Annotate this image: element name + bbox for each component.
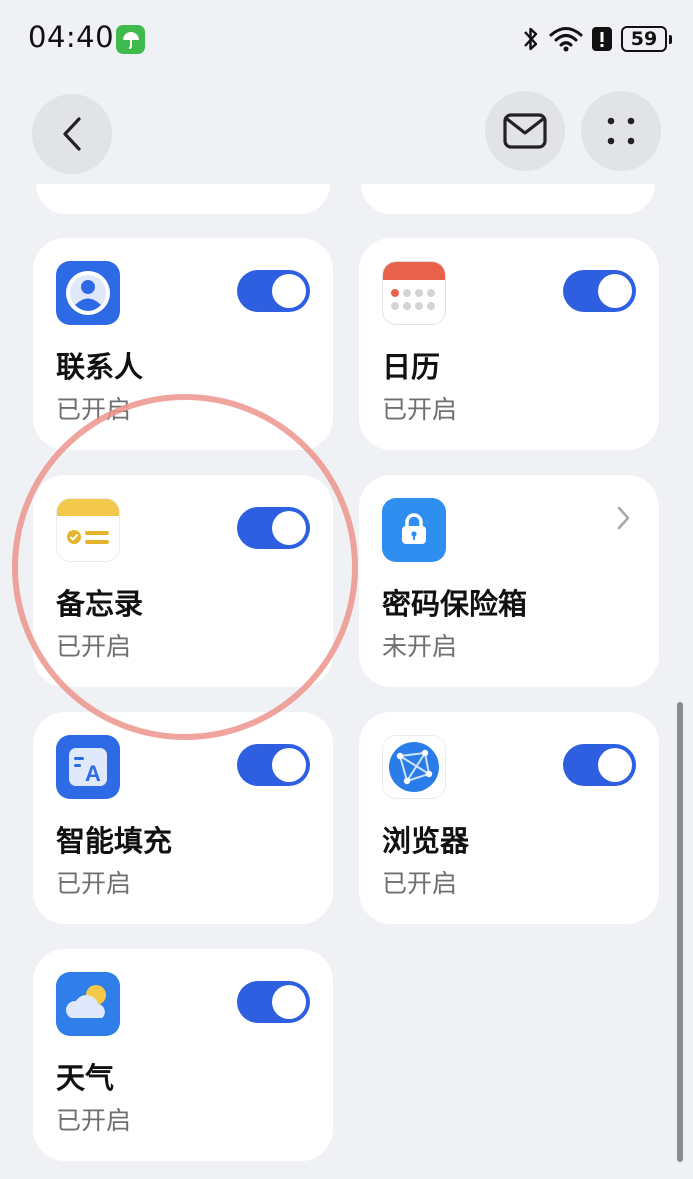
four-dots-icon (607, 117, 635, 145)
card-status: 已开启 (382, 395, 458, 424)
wifi-icon (549, 27, 583, 52)
notes-toggle[interactable] (237, 507, 310, 549)
calendar-toggle[interactable] (563, 270, 636, 312)
card-status: 未开启 (382, 632, 458, 661)
chevron-left-icon (63, 117, 81, 151)
card-title: 天气 (56, 1061, 115, 1095)
card-status: 已开启 (382, 869, 458, 898)
card-notes[interactable]: 备忘录 已开启 (33, 475, 333, 687)
card-status: 已开启 (56, 632, 132, 661)
battery-indicator: 59 (621, 26, 672, 52)
card-title: 备忘录 (56, 587, 144, 621)
battery-level: 59 (630, 28, 658, 50)
more-button[interactable] (581, 91, 661, 171)
calendar-icon (382, 261, 446, 325)
card-title: 密码保险箱 (382, 587, 528, 621)
status-bar: 04:40 59 (0, 0, 693, 78)
status-indicators: 59 (521, 22, 672, 56)
card-calendar[interactable]: 日历 已开启 (359, 238, 659, 450)
card-status: 已开启 (56, 869, 132, 898)
card-autofill[interactable]: A 智能填充 已开启 (33, 712, 333, 924)
autofill-toggle[interactable] (237, 744, 310, 786)
card-password-vault[interactable]: 密码保险箱 未开启 (359, 475, 659, 687)
alert-icon (592, 27, 612, 51)
contacts-icon (56, 261, 120, 325)
weather-icon (56, 972, 120, 1036)
umbrella-app-icon (116, 25, 145, 54)
card-browser[interactable]: 浏览器 已开启 (359, 712, 659, 924)
bluetooth-icon (524, 27, 538, 51)
card-title: 浏览器 (382, 824, 470, 858)
partial-card-right (361, 184, 655, 214)
card-title: 日历 (382, 350, 441, 384)
card-title: 联系人 (56, 350, 144, 384)
svg-text:A: A (85, 761, 101, 786)
weather-toggle[interactable] (237, 981, 310, 1023)
partial-card-left (36, 184, 330, 214)
password-vault-icon (382, 498, 446, 562)
back-button[interactable] (32, 94, 112, 174)
chevron-right-icon[interactable] (613, 503, 633, 533)
mail-button[interactable] (485, 91, 565, 171)
browser-toggle[interactable] (563, 744, 636, 786)
autofill-icon: A (56, 735, 120, 799)
card-weather[interactable]: 天气 已开启 (33, 949, 333, 1161)
card-status: 已开启 (56, 1106, 132, 1135)
contacts-toggle[interactable] (237, 270, 310, 312)
card-contacts[interactable]: 联系人 已开启 (33, 238, 333, 450)
notes-icon (56, 498, 120, 562)
browser-icon (382, 735, 446, 799)
mail-icon (503, 113, 547, 149)
scrollbar[interactable] (677, 702, 683, 1162)
card-status: 已开启 (56, 395, 132, 424)
card-title: 智能填充 (56, 824, 173, 858)
status-time: 04:40 (28, 20, 115, 54)
